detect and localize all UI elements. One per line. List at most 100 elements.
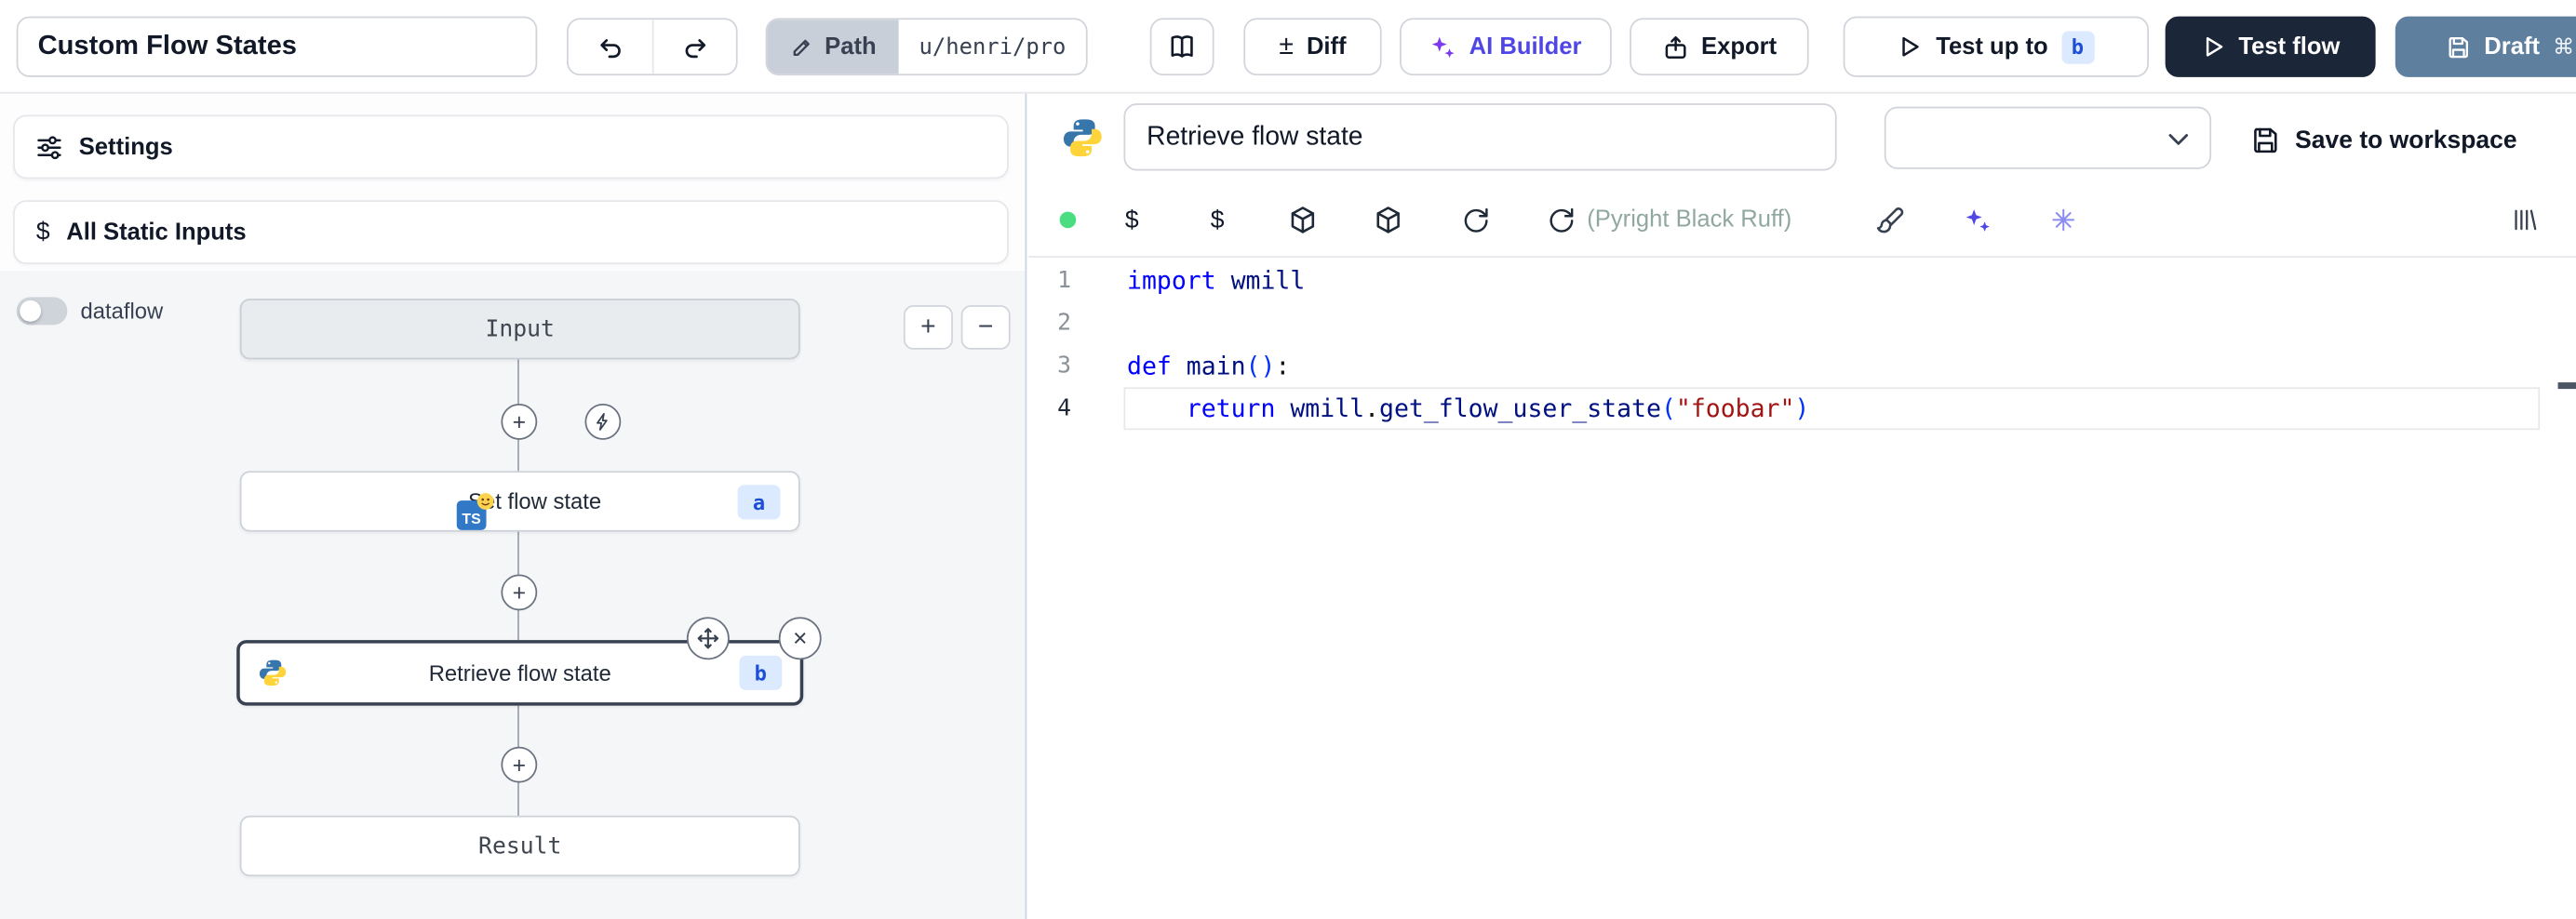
node-result[interactable]: Result [240, 816, 800, 876]
diff-button[interactable]: ± Diff [1243, 18, 1381, 75]
ai-assistant-button[interactable] [1958, 184, 1994, 257]
assistants-label: (Pyright Black Ruff) [1587, 206, 1791, 233]
flow-editor-app: Path u/henri/pro ± Diff AI Builder Expor… [0, 0, 2576, 919]
move-icon [696, 627, 719, 650]
redo-icon [682, 33, 708, 60]
add-step-button[interactable]: + [501, 404, 537, 440]
bars-icon [2512, 206, 2538, 233]
refresh-icon [1461, 206, 1489, 233]
package-icon [1374, 206, 1403, 235]
flow-title-input[interactable] [17, 17, 538, 77]
sliders-icon [36, 134, 62, 160]
save-icon [2447, 34, 2471, 59]
export-button[interactable]: Export [1630, 18, 1808, 75]
settings-label: Settings [79, 134, 173, 160]
code-editor[interactable]: 1 2 3 4 import wmill def main(): return … [1028, 258, 2576, 919]
path-value: u/henri/pro [899, 20, 1085, 73]
command-icon: ⌘ [2553, 33, 2574, 60]
toggle-knob [20, 300, 41, 322]
code-token: ) [1794, 393, 1809, 423]
test-flow-label: Test flow [2238, 33, 2340, 60]
code-token [1127, 393, 1187, 423]
package-icon [1288, 206, 1318, 235]
draft-label: Draft [2484, 33, 2540, 60]
redo-button[interactable] [652, 20, 736, 73]
variables-button[interactable]: $ [1114, 184, 1150, 257]
history-bars-button[interactable] [2507, 184, 2543, 257]
resources-button[interactable]: $ [1200, 184, 1236, 257]
node-set-flow-state[interactable]: TS Set flow state a [240, 471, 800, 531]
add-step-button[interactable]: + [501, 747, 537, 783]
scrollbar-cursor-marker[interactable] [2558, 382, 2576, 389]
sparkle-burst-button[interactable] [2046, 184, 2082, 257]
green-status-icon [1060, 212, 1077, 229]
ai-builder-button[interactable]: AI Builder [1400, 18, 1612, 75]
settings-card[interactable]: Settings [13, 115, 1009, 180]
code-token: import [1127, 266, 1216, 296]
brush-icon [1876, 206, 1906, 235]
export-label: Export [1701, 33, 1777, 60]
plus-minus-icon: ± [1279, 33, 1294, 60]
path-button[interactable]: Path u/henri/pro [766, 18, 1088, 75]
node-input[interactable]: Input [240, 299, 800, 359]
dataflow-label: dataflow [80, 299, 163, 323]
step-name-input[interactable] [1123, 103, 1836, 170]
save-to-workspace-button[interactable]: Save to workspace [2250, 115, 2516, 165]
step-editor-panel: Save to workspace $ $ (Pyright Black Ruf… [1028, 94, 2576, 919]
zoom-in-button[interactable]: + [904, 305, 953, 350]
node-retrieve-flow-state-label: Retrieve flow state [429, 660, 611, 685]
node-badge-b: b [739, 656, 782, 690]
reload-button[interactable] [1543, 184, 1579, 257]
node-result-label: Result [478, 832, 561, 859]
test-flow-button[interactable]: Test flow [2166, 17, 2376, 77]
test-up-to-button[interactable]: Test up to b [1844, 17, 2149, 77]
path-label: Path [825, 33, 876, 60]
typescript-icon: TS [457, 500, 487, 530]
line-number-active: 4 [1028, 387, 1071, 430]
code-line: def main(): [1127, 345, 1290, 388]
line-number: 2 [1028, 302, 1071, 345]
book-icon [1168, 33, 1196, 60]
flow-graph-panel: Settings $ All Static Inputs dataflow In… [0, 94, 1026, 919]
sparkle-burst-icon [2052, 208, 2075, 232]
zoom-out-button[interactable]: − [961, 305, 1011, 350]
python-icon [258, 658, 288, 687]
code-token: ( [1661, 393, 1676, 423]
save-icon [2250, 125, 2280, 154]
play-icon [2201, 34, 2225, 59]
ai-builder-label: AI Builder [1469, 33, 1582, 60]
trigger-bolt-button[interactable] [584, 404, 621, 440]
bolt-icon [593, 412, 612, 432]
code-token: ) [1260, 352, 1275, 381]
code-token: def [1127, 352, 1172, 381]
package-button[interactable] [1370, 184, 1406, 257]
draft-button[interactable]: Draft ⌘ [2395, 17, 2576, 77]
undo-redo-group [567, 18, 738, 75]
chevron-down-icon [2167, 128, 2190, 152]
play-icon [1898, 34, 1923, 59]
ai-sparkles-icon [1963, 206, 1991, 233]
assistants-status: (Pyright Black Ruff) [1587, 184, 1791, 257]
emoji-badge-icon [476, 492, 494, 510]
undo-button[interactable] [569, 20, 652, 73]
step-badge: b [2061, 31, 2094, 63]
code-token: : [1275, 352, 1290, 381]
package-button[interactable] [1284, 184, 1321, 257]
format-code-button[interactable] [1872, 184, 1909, 257]
all-static-inputs-card[interactable]: $ All Static Inputs [13, 200, 1009, 264]
save-to-workspace-label: Save to workspace [2295, 126, 2516, 153]
dataflow-row: dataflow [17, 297, 164, 325]
code-token: return [1187, 393, 1276, 423]
path-label-segment: Path [767, 20, 899, 73]
python-icon [1061, 116, 1104, 159]
code-token: wmill [1216, 266, 1306, 296]
add-step-button[interactable]: + [501, 575, 537, 611]
docs-button[interactable] [1150, 18, 1214, 75]
dataflow-toggle[interactable] [17, 297, 68, 325]
tag-dropdown[interactable] [1885, 107, 2211, 169]
reload-button[interactable] [1457, 184, 1494, 257]
move-node-button[interactable] [687, 617, 730, 659]
all-static-inputs-label: All Static Inputs [66, 220, 246, 246]
delete-node-button[interactable]: × [779, 617, 822, 659]
code-token: get_flow_user_state [1379, 393, 1661, 423]
